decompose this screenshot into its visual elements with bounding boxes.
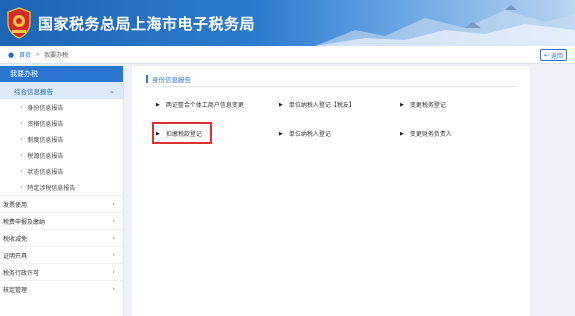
section-title-text: 身份信息报告 (152, 76, 191, 84)
breadcrumb-current: 我要办税 (44, 52, 69, 59)
link-household-info-change[interactable]: ▶ 两证整合个体工商户信息变更 (156, 100, 244, 110)
sidebar-item-label: 发票使用 (3, 201, 28, 209)
link-change-finance-manager[interactable]: ▶ 变更财务负责人 (400, 129, 452, 139)
section-marker (146, 75, 148, 83)
triangle-right-icon: ▶ (279, 101, 283, 108)
triangle-right-icon: ▶ (400, 130, 404, 137)
sidebar-item-certificate[interactable]: 证明开具 › (0, 246, 123, 263)
triangle-right-icon: ▶ (400, 101, 404, 108)
sidebar: 我要办税 综合信息报告 ⌄ › 身份信息报告 › 资格信息报告 › 制度信息报告 › 税… (0, 66, 124, 316)
sidebar-header: 我要办税 (0, 66, 123, 82)
sidebar-item-declaration[interactable]: 税费申报及缴纳 › (0, 212, 123, 229)
bullet-icon: › (20, 135, 23, 143)
bullet-icon: › (20, 167, 23, 175)
site-header: 国家税务总局上海市电子税务局 (0, 0, 575, 46)
sidebar-item-label: 税务行政许可 (3, 269, 40, 277)
link-label: 扣缴税款登记 (165, 131, 202, 138)
breadcrumb-home[interactable]: 首页 (19, 50, 31, 59)
link-label: 单位纳税人登记【税友】 (288, 102, 355, 109)
site-title: 国家税务总局上海市电子税务局 (38, 15, 256, 33)
sidebar-item-label: 税费申报及缴纳 (3, 218, 46, 226)
sidebar-child-label: 状态信息报告 (27, 168, 64, 176)
breadcrumb-separator: > (35, 51, 41, 58)
breadcrumb: ● 首页 > 我要办税 ↩ 返回 (0, 46, 575, 64)
link-label: 变更财务负责人 (409, 131, 452, 138)
back-button[interactable]: ↩ 返回 (539, 49, 567, 61)
link-unit-registration-shuiyou[interactable]: ▶ 单位纳税人登记【税友】 (279, 100, 355, 110)
bullet-icon: › (20, 103, 23, 111)
sidebar-item-invoice[interactable]: 发票使用 › (0, 195, 123, 212)
sidebar-item-label: 证明开具 (3, 252, 28, 260)
triangle-right-icon: ▶ (279, 130, 283, 137)
link-label: 两证整合个体工商户信息变更 (165, 102, 244, 109)
triangle-right-icon: ▶ (156, 130, 160, 137)
chevron-right-icon: › (112, 200, 115, 208)
sidebar-child-system[interactable]: › 制度信息报告 (0, 131, 123, 147)
return-icon: ↩ (543, 51, 549, 59)
section-title: 身份信息报告 (146, 74, 191, 84)
sidebar-child-label: 特定涉税信息报告 (27, 184, 76, 192)
link-change-tax-registration[interactable]: ▶ 变更税务登记 (400, 100, 446, 110)
back-button-label: 返回 (550, 52, 563, 60)
link-label: 单位纳税人登记 (288, 131, 331, 138)
sidebar-item-assessment[interactable]: 核定管理 › (0, 280, 123, 297)
chevron-right-icon: › (112, 268, 115, 276)
sidebar-child-label: 制度信息报告 (27, 136, 64, 144)
location-pin-icon: ● (8, 50, 15, 59)
link-label: 变更税务登记 (409, 102, 446, 109)
sidebar-item-label: 核定管理 (3, 286, 28, 294)
sidebar-child-qualification[interactable]: › 资格信息报告 (0, 115, 123, 131)
sidebar-child-label: 资格信息报告 (27, 120, 64, 128)
chevron-down-icon: ⌄ (109, 86, 115, 95)
link-withholding-registration[interactable]: ▶ 扣缴税款登记 (156, 129, 202, 139)
sidebar-item-permit[interactable]: 税务行政许可 › (0, 263, 123, 280)
bullet-icon: › (20, 183, 23, 191)
chevron-right-icon: › (112, 251, 115, 259)
main-panel: 身份信息报告 ▶ 两证整合个体工商户信息变更 ▶ 单位纳税人登记【税友】 ▶ 变… (132, 66, 530, 316)
sidebar-child-label: 税源信息报告 (27, 152, 64, 160)
chevron-right-icon: › (112, 234, 115, 242)
bullet-icon: › (20, 151, 23, 159)
chevron-right-icon: › (112, 285, 115, 293)
sidebar-item-comprehensive-report[interactable]: 综合信息报告 ⌄ (0, 82, 123, 99)
chevron-right-icon: › (112, 217, 115, 225)
tax-emblem-icon (7, 7, 31, 39)
sidebar-item-label: 税收减免 (3, 235, 28, 243)
sidebar-child-status[interactable]: › 状态信息报告 (0, 163, 123, 179)
sidebar-item-reduction[interactable]: 税收减免 › (0, 229, 123, 246)
section-divider (146, 86, 516, 87)
sidebar-child-identity[interactable]: › 身份信息报告 (0, 99, 123, 115)
sidebar-child-tax-source[interactable]: › 税源信息报告 (0, 147, 123, 163)
great-wall-icon (315, 5, 575, 46)
triangle-right-icon: ▶ (156, 101, 160, 108)
sidebar-child-specific[interactable]: › 特定涉税信息报告 (0, 179, 123, 195)
sidebar-item-label: 综合信息报告 (14, 87, 53, 96)
sidebar-child-label: 身份信息报告 (27, 104, 64, 112)
link-unit-registration[interactable]: ▶ 单位纳税人登记 (279, 129, 331, 139)
bullet-icon: › (20, 119, 23, 127)
